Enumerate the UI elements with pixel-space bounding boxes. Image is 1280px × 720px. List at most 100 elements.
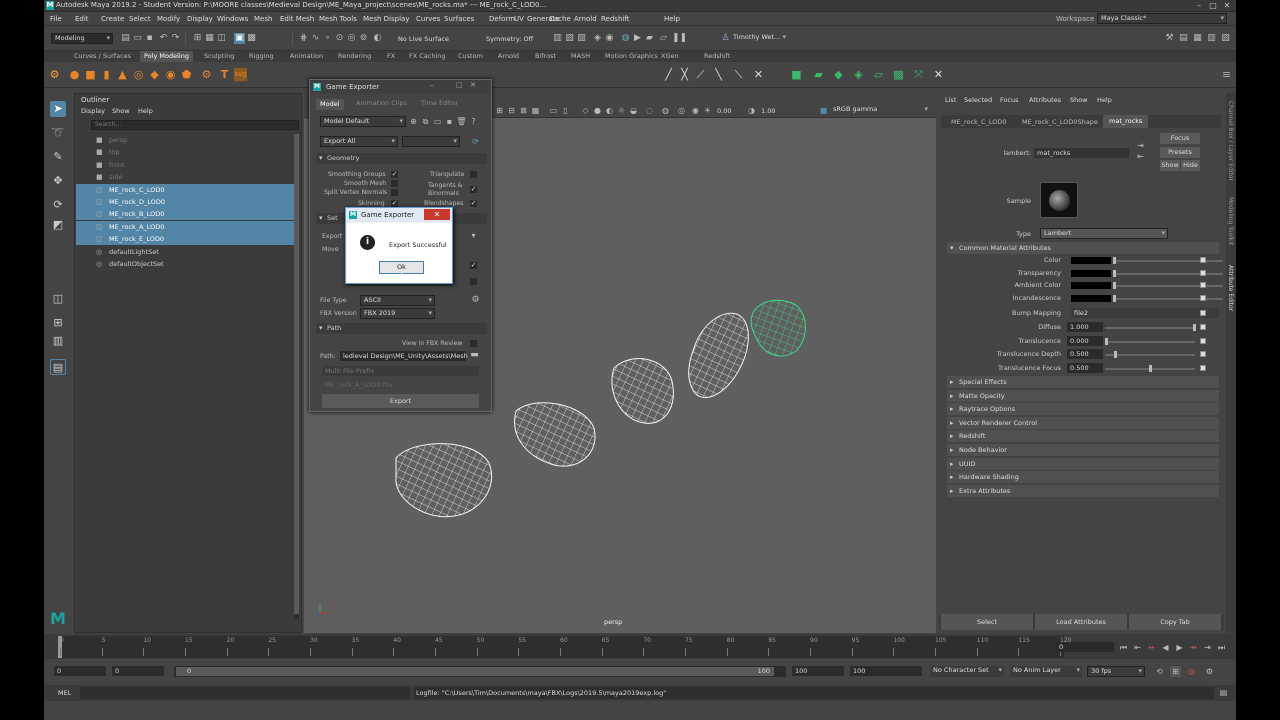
redshift-ipr-icon[interactable]: ▰ <box>644 33 655 44</box>
maximize-icon[interactable]: □ <box>456 81 463 89</box>
range-track[interactable]: 0 100 <box>174 666 786 677</box>
script-editor-icon[interactable]: ▤ <box>1218 687 1229 698</box>
cut-uv-icon[interactable]: ✕ <box>932 68 945 81</box>
menu-mesh-display[interactable]: Mesh Display <box>363 15 409 23</box>
smooth-mesh-checkbox[interactable] <box>391 180 398 187</box>
poly-sphere-icon[interactable]: ● <box>68 68 81 81</box>
attr-slider[interactable] <box>1113 285 1223 288</box>
channel-box-icon[interactable]: ▥ <box>1206 33 1217 44</box>
attr-section[interactable]: Raytrace Options <box>947 403 1219 416</box>
two-pane-icon[interactable]: ▥ <box>50 333 66 349</box>
shelf-tab-motion-graphics[interactable]: Motion Graphics <box>605 52 658 60</box>
shelf-tab-rendering[interactable]: Rendering <box>338 52 371 60</box>
map-button[interactable] <box>1200 269 1206 276</box>
select-component-icon[interactable]: ◫ <box>216 33 227 44</box>
map-button[interactable] <box>1200 257 1206 263</box>
path-field[interactable]: ledieval Design\ME_Unity\Assets\Mesh <box>340 351 468 361</box>
menu-curves[interactable]: Curves <box>416 15 440 23</box>
shelf-tab-custom[interactable]: Custom <box>458 52 483 60</box>
spherical-map-icon[interactable]: ◈ <box>852 68 865 81</box>
mask-icon[interactable]: ▩ <box>246 33 257 44</box>
path-section[interactable]: Path <box>316 323 487 334</box>
shelf-tab-bifrost[interactable]: Bifrost <box>535 52 556 60</box>
attr-section[interactable]: UUID <box>947 457 1219 470</box>
open-scene-icon[interactable]: ▭ <box>132 33 143 44</box>
shelf-tab-curves-surfaces[interactable]: Curves / Surfaces <box>74 52 131 60</box>
skinning-checkbox[interactable]: ✓ <box>391 200 398 207</box>
render-view-icon[interactable]: ▧ <box>564 33 575 44</box>
menu-deform[interactable]: Deform <box>489 15 515 23</box>
refresh-icon[interactable]: ⟳ <box>470 136 481 147</box>
anim-prefs-icon[interactable]: ⚙ <box>1204 666 1215 677</box>
outliner-item[interactable]: ■ top <box>76 146 294 158</box>
menu-create[interactable]: Create <box>101 15 124 23</box>
bevel-icon[interactable]: ╲ <box>712 68 725 81</box>
command-input[interactable] <box>80 687 410 699</box>
menu-cache[interactable]: Cache <box>549 15 571 23</box>
anim-start-field[interactable]: 0 <box>54 666 106 676</box>
menu-file[interactable]: File <box>50 15 62 23</box>
user-account-dropdown[interactable]: Timothy Wet... <box>730 33 788 44</box>
chevron-down-icon[interactable]: ▾ <box>468 230 479 241</box>
attr-menu-focus[interactable]: Focus <box>1000 96 1019 104</box>
shelf-tab-mash[interactable]: MASH <box>571 52 590 60</box>
outliner-menu-show[interactable]: Show <box>112 107 130 115</box>
menuset-dropdown[interactable]: Modeling <box>51 33 113 44</box>
tool-settings-icon[interactable]: ▦ <box>1192 33 1203 44</box>
step-back-key-icon[interactable]: ⇤ <box>1132 642 1143 653</box>
slider-handle[interactable] <box>1105 337 1108 345</box>
ipr-render-icon[interactable]: ◈ <box>592 33 603 44</box>
attribute-editor-tab[interactable]: Attribute Editor <box>1227 265 1234 311</box>
tab-animation-clips[interactable]: Animation Clips <box>356 99 407 107</box>
channel-box-tab[interactable]: Channel Box / Layer Editor <box>1227 101 1234 181</box>
output-connections-icon[interactable]: ⇤ <box>1135 151 1146 162</box>
tab-model[interactable]: Model <box>316 99 344 110</box>
attr-section[interactable]: Special Effects <box>947 376 1219 388</box>
shelf-tab-fx-caching[interactable]: FX Caching <box>409 52 446 60</box>
maximize-icon[interactable]: □ <box>1206 1 1220 10</box>
type-dropdown[interactable]: Lambert <box>1040 228 1168 239</box>
attribute-editor-icon[interactable]: ▤ <box>1178 33 1189 44</box>
outliner-item[interactable]: ◫ ME_rock_D_LOD0 <box>76 196 294 208</box>
focus-button[interactable]: Focus <box>1160 133 1200 144</box>
attr-menu-help[interactable]: Help <box>1097 96 1112 104</box>
blendshapes-checkbox[interactable]: ✓ <box>470 200 477 207</box>
snap-point-icon[interactable]: ∘ <box>322 33 333 44</box>
attr-section[interactable]: Matte Opacity <box>947 389 1219 402</box>
fbx-version-dropdown[interactable]: FBX 2019 <box>360 308 435 319</box>
export-mode-dropdown[interactable]: Export All <box>320 136 398 147</box>
attr-slider[interactable] <box>1105 340 1195 343</box>
play-end-field[interactable]: 100 <box>792 666 844 676</box>
save-scene-icon[interactable]: ▪ <box>144 33 155 44</box>
undo-icon[interactable]: ↶ <box>158 33 169 44</box>
slider-handle[interactable] <box>1113 351 1117 359</box>
attr-tab[interactable]: mat_rocks <box>1103 115 1149 128</box>
map-button[interactable] <box>1200 310 1206 316</box>
attr-menu-attributes[interactable]: Attributes <box>1029 96 1061 104</box>
map-button[interactable] <box>1200 282 1206 289</box>
folder-icon[interactable]: ▬ <box>469 350 480 361</box>
menu-edit[interactable]: Edit <box>75 15 89 23</box>
poly-text-icon[interactable]: T <box>218 68 231 81</box>
multi-file-prefix-input[interactable]: Multi File Prefix <box>322 366 479 376</box>
shelf-tab-fx[interactable]: FX <box>387 52 395 60</box>
option-checkbox[interactable] <box>470 278 477 285</box>
render-frame-icon[interactable]: ▨ <box>576 33 587 44</box>
menu-help[interactable]: Help <box>664 15 680 23</box>
paint-select-icon[interactable]: ✎ <box>50 149 66 165</box>
poly-disc-icon[interactable]: ◉ <box>164 68 177 81</box>
snap-surface-icon[interactable]: ◎ <box>346 33 357 44</box>
shelf-tab-redshift[interactable]: Redshift <box>704 52 730 60</box>
outliner-layout-icon[interactable]: ▤ <box>50 359 66 375</box>
auto-key-icon[interactable]: ⊞ <box>1170 666 1181 677</box>
attr-tab[interactable]: ME_rock_C_LOD0Shape <box>1022 118 1098 126</box>
attr-value-field[interactable]: 0.500 <box>1067 349 1103 360</box>
slider-handle[interactable] <box>1113 282 1116 290</box>
outliner-toggle-icon[interactable]: ▧ <box>1220 33 1231 44</box>
outliner-item[interactable]: ◫ ME_rock_C_LOD0 <box>76 183 294 196</box>
symmetry-label[interactable]: Symmetry: Off <box>486 35 533 43</box>
attr-section[interactable]: Vector Renderer Control <box>947 416 1219 429</box>
triangulate-checkbox[interactable] <box>470 171 477 178</box>
outliner-item[interactable]: ■ side <box>76 171 294 183</box>
attr-value-field[interactable]: 0.500 <box>1067 362 1103 373</box>
